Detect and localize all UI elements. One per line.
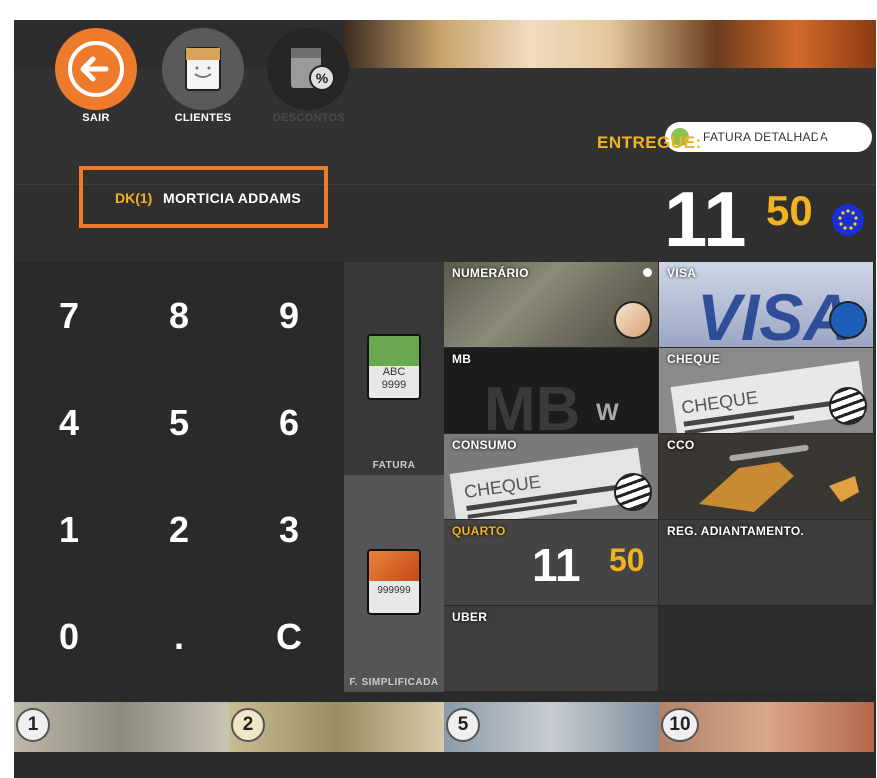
customer-code: DK(1)	[115, 190, 153, 206]
key-decimal[interactable]: .	[124, 583, 234, 690]
invoice-doc-icon-line2: 9999	[381, 379, 407, 391]
mb-logo-icon: MB W	[484, 375, 619, 434]
discounts-button[interactable]: %	[267, 28, 349, 110]
payment-mb-label: MB	[452, 352, 472, 366]
consumption-badge-icon	[614, 473, 652, 511]
svg-text:VISA: VISA	[697, 280, 851, 348]
exit-label: SAIR	[82, 112, 110, 124]
payment-cheque-label: CHEQUE	[667, 352, 721, 366]
key-clear[interactable]: C	[234, 583, 344, 690]
invoice-doc-button[interactable]: ABC 9999 FATURA	[344, 262, 444, 475]
payment-advance[interactable]: REG. ADIANTAMENTO.	[659, 520, 874, 606]
payment-room[interactable]: QUARTO 11 50	[444, 520, 659, 606]
cash-shortcut-5-label: 5	[446, 708, 480, 742]
visa-badge-icon	[829, 301, 867, 339]
invoice-doc-icon-line1: ABC	[382, 366, 406, 378]
clients-button[interactable]	[162, 28, 244, 110]
client-card-icon	[185, 47, 221, 91]
key-1[interactable]: 1	[14, 476, 124, 583]
total-integer: 11	[664, 175, 747, 263]
room-amount-integer: 11	[532, 539, 581, 591]
toggle-label: FATURA DETALHADA	[703, 130, 829, 144]
payment-uber[interactable]: UBER	[444, 606, 659, 692]
svg-text:%: %	[316, 70, 329, 86]
cheque-badge-icon	[829, 387, 867, 425]
cash-shortcut-1-label: 1	[16, 708, 50, 742]
customer-selector[interactable]: DK(1) MORTICIA ADDAMS	[79, 166, 328, 228]
payment-cco[interactable]: CCO	[659, 434, 874, 520]
payment-empty-slot	[659, 606, 874, 692]
exit-button[interactable]	[55, 28, 137, 110]
payment-mb[interactable]: MB W MB	[444, 348, 659, 434]
key-5[interactable]: 5	[124, 369, 234, 476]
discount-percent-icon: %	[291, 48, 335, 91]
payment-cash[interactable]: NUMERÁRIO	[444, 262, 659, 348]
cash-shortcut-10-label: 10	[661, 708, 699, 742]
cash-shortcut-5[interactable]: 5	[444, 702, 659, 752]
total-decimal: 50	[766, 187, 813, 234]
payment-advance-label: REG. ADIANTAMENTO.	[667, 524, 805, 538]
payment-visa[interactable]: VISA VISA	[659, 262, 874, 348]
payment-room-label: QUARTO	[452, 524, 506, 538]
room-amount-decimal: 50	[609, 542, 645, 578]
simplified-invoice-icon: 999999	[367, 549, 421, 615]
key-9[interactable]: 9	[234, 262, 344, 369]
delivered-value: 11,50	[813, 131, 861, 152]
key-7[interactable]: 7	[14, 262, 124, 369]
key-2[interactable]: 2	[124, 476, 234, 583]
simplified-invoice-button[interactable]: 999999 F. SIMPLIFICADA	[344, 475, 444, 692]
key-3[interactable]: 3	[234, 476, 344, 583]
simplified-invoice-icon-line1: 999999	[377, 585, 411, 596]
invoice-doc-label: FATURA	[372, 460, 416, 471]
cash-shortcut-10[interactable]: 10	[659, 702, 874, 752]
selected-dot-icon	[643, 268, 652, 277]
quick-cash-row: 1 2 5 10	[14, 692, 876, 778]
numeric-keypad: 7 8 9 4 5 6 1 2 3 0 . C	[14, 262, 344, 692]
invoice-doc-icon: ABC 9999	[367, 334, 421, 400]
key-4[interactable]: 4	[14, 369, 124, 476]
payment-consumption-label: CONSUMO	[452, 438, 517, 452]
discounts-label: DESCONTOS	[272, 112, 346, 124]
simplified-invoice-label: F. SIMPLIFICADA	[349, 677, 439, 688]
payment-uber-label: UBER	[452, 610, 488, 624]
header-food-photo	[344, 20, 876, 68]
payment-cco-label: CCO	[667, 438, 695, 452]
key-6[interactable]: 6	[234, 369, 344, 476]
svg-text:W: W	[596, 399, 619, 426]
key-0[interactable]: 0	[14, 583, 124, 690]
key-8[interactable]: 8	[124, 262, 234, 369]
svg-text:MB: MB	[484, 375, 580, 434]
payment-cash-label: NUMERÁRIO	[452, 266, 529, 280]
cash-shortcut-2[interactable]: 2	[229, 702, 444, 752]
payment-consumption[interactable]: CHEQUE CONSUMO	[444, 434, 659, 520]
clients-label: CLIENTES	[174, 112, 232, 124]
cash-shortcut-1[interactable]: 1	[14, 702, 229, 752]
cash-shortcut-2-label: 2	[231, 708, 265, 742]
cash-badge-icon	[614, 301, 652, 339]
delivered-label: ENTREGUE:	[597, 133, 702, 152]
payment-visa-label: VISA	[667, 266, 697, 280]
euro-flag-icon	[832, 204, 864, 236]
payment-cheque[interactable]: CHEQUE CHEQUE	[659, 348, 874, 434]
back-arrow-icon	[68, 41, 124, 97]
customer-name: MORTICIA ADDAMS	[163, 190, 302, 206]
pos-payment-screen: SAIR CLIENTES % DESCONTOS FATURA DETALHA…	[14, 20, 876, 778]
